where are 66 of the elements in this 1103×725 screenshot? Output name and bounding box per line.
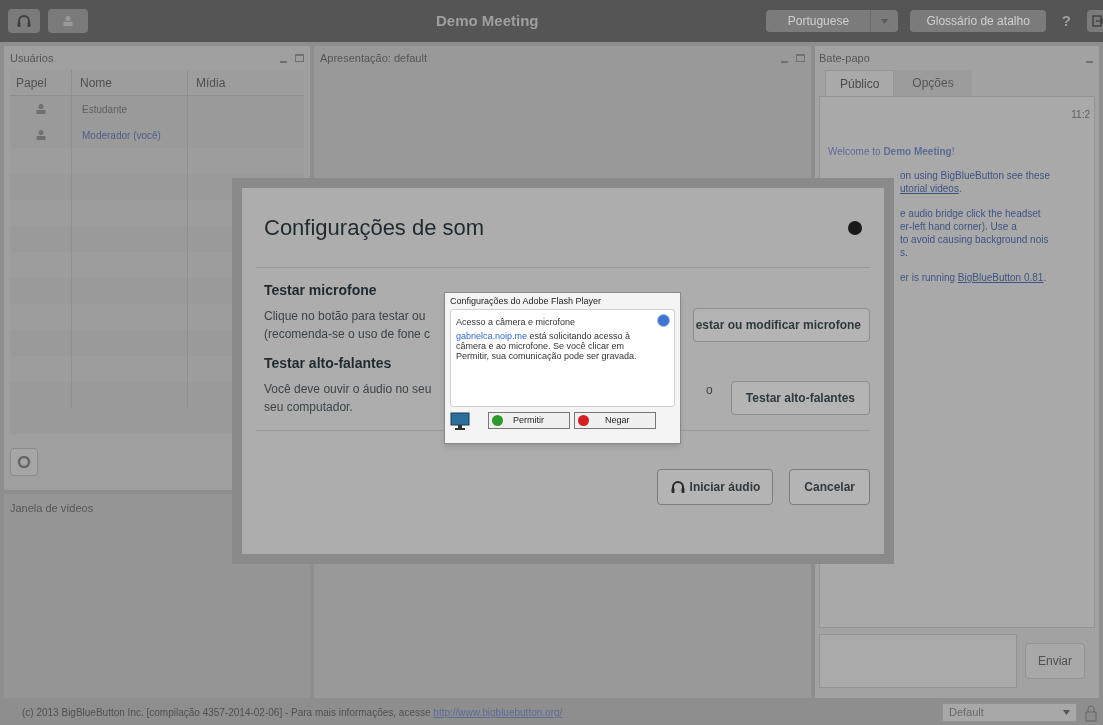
chat-message: s. xyxy=(900,246,909,259)
message-time: 11:2 xyxy=(1071,108,1090,122)
minimize-icon[interactable] xyxy=(279,61,287,63)
send-button[interactable]: Enviar xyxy=(1025,643,1085,679)
person-icon xyxy=(62,15,74,27)
allow-button[interactable]: Permitir xyxy=(488,412,570,429)
minimize-icon[interactable] xyxy=(1086,61,1093,63)
user-row[interactable]: Estudante xyxy=(10,96,304,122)
headset-icon xyxy=(669,479,686,495)
webcam-button[interactable] xyxy=(48,9,88,33)
dialog-title: Configurações de som xyxy=(264,214,485,242)
logout-icon xyxy=(1092,15,1103,27)
test-speakers-button[interactable]: Testar alto-falantes xyxy=(730,381,870,415)
description-text: Você deve ouvir o áudio no seu xyxy=(264,381,433,398)
user-name: Moderador (você) xyxy=(82,128,161,143)
language-select[interactable]: Portuguese xyxy=(766,10,899,32)
site-link[interactable]: gabrielca.noip.me xyxy=(456,331,528,341)
chat-message: utorial videos. xyxy=(900,182,963,195)
start-audio-button[interactable]: Iniciar áudio xyxy=(656,469,774,505)
chat-tab[interactable]: Público xyxy=(825,70,895,96)
lock-icon[interactable] xyxy=(1085,703,1097,722)
maximize-icon[interactable] xyxy=(796,54,805,62)
audio-button[interactable] xyxy=(8,9,40,33)
chat-message: Welcome to Demo Meeting! xyxy=(828,145,956,159)
caret-icon xyxy=(1063,710,1070,715)
person-icon xyxy=(34,129,47,141)
chat-message: on using BigBlueButton see these xyxy=(900,169,1052,182)
logout-button[interactable] xyxy=(1087,10,1103,32)
settings-button[interactable] xyxy=(10,448,38,476)
settings-icon xyxy=(17,455,31,469)
chat-link[interactable]: utorial videos xyxy=(900,183,959,194)
panel-title: Janela de vídeos xyxy=(10,500,94,516)
cancel-button[interactable]: Cancelar xyxy=(789,469,870,505)
headset-icon xyxy=(16,13,32,29)
person-icon xyxy=(34,103,47,115)
description-text: seu computador. xyxy=(264,399,354,416)
panel-title: Usuários xyxy=(10,50,54,66)
chat-tab[interactable]: Opções xyxy=(894,70,972,96)
flash-heading: Acesso a câmera e microfone xyxy=(456,315,576,329)
flash-message: gabrielca.noip.me está solicitando acesso à câmera e ao microfone. Se você clicar em Permitir, sua comunicação pode ser gravada. xyxy=(456,331,638,361)
caret-icon xyxy=(881,18,889,24)
test-microphone-button[interactable]: estar ou modificar microfone xyxy=(693,308,870,342)
description-text: (recomenda-se o uso de fone c xyxy=(264,326,432,343)
monitor-icon[interactable] xyxy=(450,411,470,430)
user-name: Estudante xyxy=(82,102,128,117)
shortcuts-button[interactable]: Glossário de atalho xyxy=(910,10,1046,32)
meeting-title: Demo Meeting xyxy=(435,10,539,31)
description-text: o xyxy=(706,382,713,399)
panel-title: Apresentação: default xyxy=(319,50,427,66)
column-header[interactable]: Papel xyxy=(16,73,47,92)
help-button[interactable]: ? xyxy=(1053,9,1079,33)
description-text: Clique no botão para testar ou xyxy=(264,308,427,325)
chat-message: er-left hand corner). Use a xyxy=(900,220,1018,233)
deny-button[interactable]: Negar xyxy=(574,412,656,429)
chat-message: e audio bridge click the headset xyxy=(900,207,1042,220)
chat-message: er is running BigBlueButton 0.81. xyxy=(900,271,1048,284)
column-header[interactable]: Mídia xyxy=(196,73,226,92)
panel-title: Bate-papo xyxy=(819,50,870,66)
layout-select[interactable]: Default xyxy=(942,703,1077,722)
chat-message: to avoid causing background nois xyxy=(900,233,1050,246)
section-heading: Testar microfone xyxy=(264,281,377,300)
column-header[interactable]: Nome xyxy=(80,73,112,92)
section-heading: Testar alto-falantes xyxy=(264,354,392,373)
maximize-icon[interactable] xyxy=(294,54,304,62)
minimize-icon[interactable] xyxy=(781,61,788,63)
flash-dialog-title: Configurações do Adobe Flash Player xyxy=(450,295,603,308)
